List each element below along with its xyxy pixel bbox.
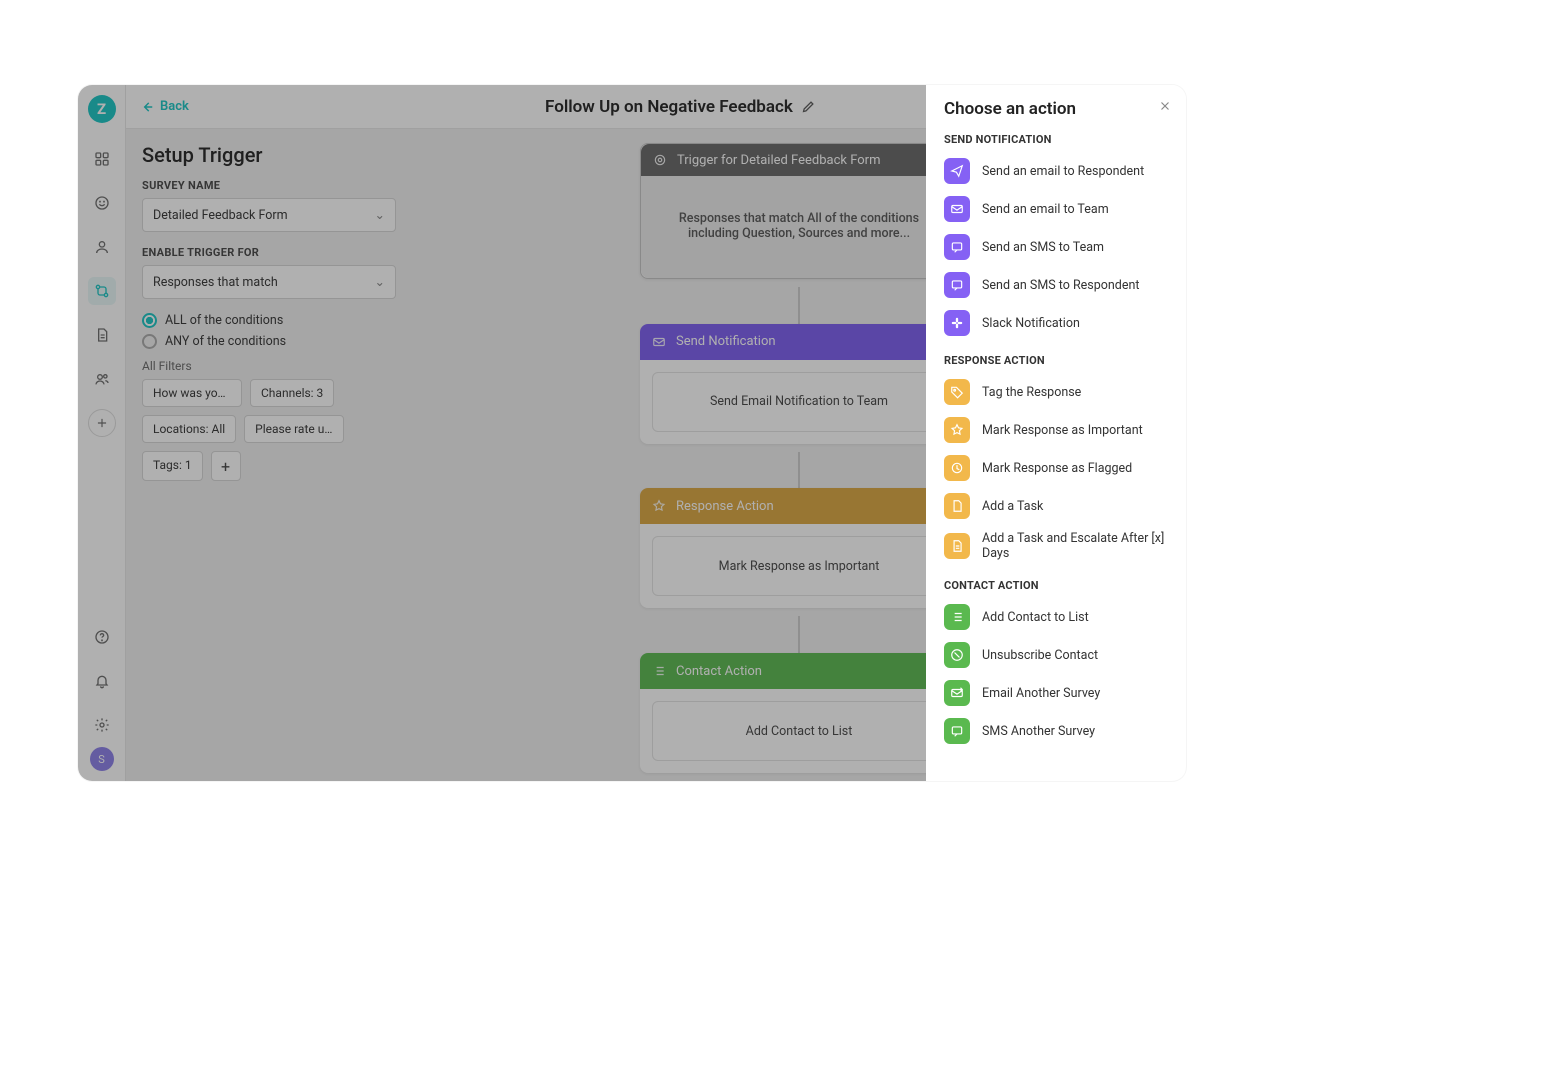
mail-icon (944, 196, 970, 222)
app-window: Z (78, 85, 1186, 781)
drawer-section-label: RESPONSE ACTION (944, 354, 1168, 367)
flag-icon (944, 455, 970, 481)
drawer-title: Choose an action (944, 99, 1168, 119)
action-option[interactable]: Add a Task and Escalate After [x] Days (944, 527, 1168, 565)
action-option[interactable]: Add a Task (944, 489, 1168, 523)
smssurvey-icon (944, 718, 970, 744)
action-option-label: Add Contact to List (982, 610, 1089, 625)
action-option-label: SMS Another Survey (982, 724, 1095, 739)
action-option[interactable]: Unsubscribe Contact (944, 638, 1168, 672)
action-option-label: Send an email to Team (982, 202, 1109, 217)
close-icon (1158, 99, 1172, 113)
action-option-label: Mark Response as Flagged (982, 461, 1132, 476)
task-icon (944, 493, 970, 519)
escalate-icon (944, 533, 970, 559)
action-option-label: Send an email to Respondent (982, 164, 1144, 179)
action-option[interactable]: Slack Notification (944, 306, 1168, 340)
star-icon (944, 417, 970, 443)
action-option-label: Unsubscribe Contact (982, 648, 1098, 663)
tag-icon (944, 379, 970, 405)
action-option[interactable]: Email Another Survey (944, 676, 1168, 710)
action-option[interactable]: Tag the Response (944, 375, 1168, 409)
slack-icon (944, 310, 970, 336)
action-option-label: Email Another Survey (982, 686, 1100, 701)
close-drawer-button[interactable] (1158, 99, 1172, 113)
action-option-label: Send an SMS to Respondent (982, 278, 1139, 293)
action-option[interactable]: SMS Another Survey (944, 714, 1168, 748)
action-option[interactable]: Send an email to Respondent (944, 154, 1168, 188)
action-option-label: Slack Notification (982, 316, 1080, 331)
action-option-label: Add a Task and Escalate After [x] Days (982, 531, 1168, 561)
sms-icon (944, 272, 970, 298)
action-option[interactable]: Add Contact to List (944, 600, 1168, 634)
send-icon (944, 158, 970, 184)
action-option-label: Add a Task (982, 499, 1043, 514)
choose-action-drawer: Choose an action SEND NOTIFICATION Send a… (926, 85, 1186, 781)
action-option[interactable]: Mark Response as Important (944, 413, 1168, 447)
sms-icon (944, 234, 970, 260)
emailsurvey-icon (944, 680, 970, 706)
action-option[interactable]: Send an SMS to Respondent (944, 268, 1168, 302)
action-option[interactable]: Send an email to Team (944, 192, 1168, 226)
list-icon (944, 604, 970, 630)
drawer-section-label: CONTACT ACTION (944, 579, 1168, 592)
modal-backdrop[interactable] (78, 85, 926, 781)
action-option[interactable]: Mark Response as Flagged (944, 451, 1168, 485)
action-option-label: Send an SMS to Team (982, 240, 1104, 255)
drawer-section-label: SEND NOTIFICATION (944, 133, 1168, 146)
action-option-label: Mark Response as Important (982, 423, 1143, 438)
action-option-label: Tag the Response (982, 385, 1081, 400)
unsub-icon (944, 642, 970, 668)
action-option[interactable]: Send an SMS to Team (944, 230, 1168, 264)
